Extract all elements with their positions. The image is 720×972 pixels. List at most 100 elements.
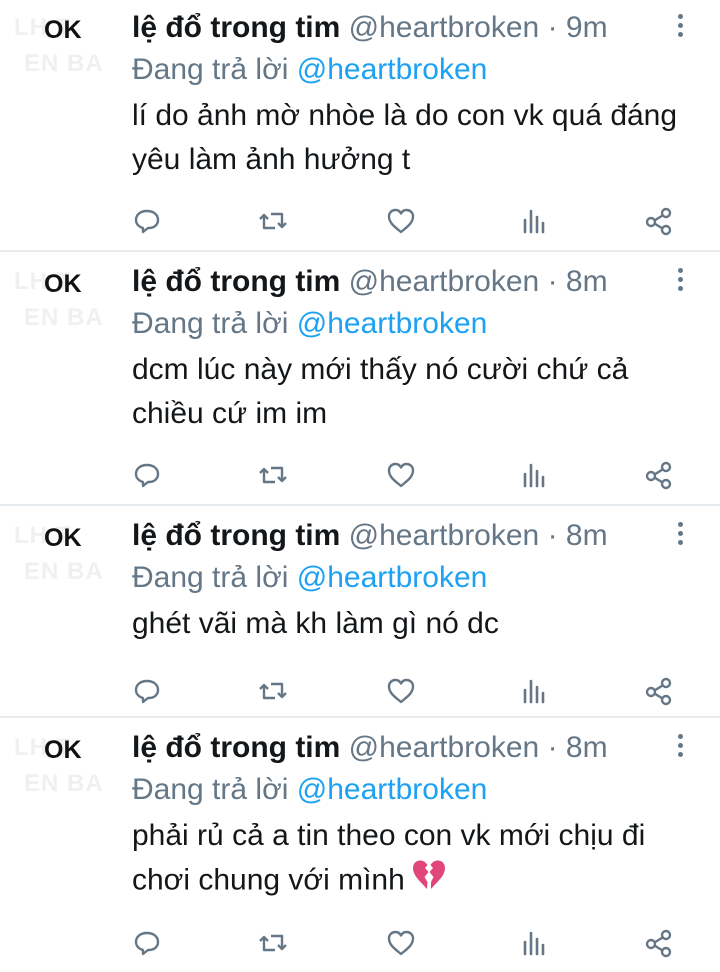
tweet-header: lệ đổ trong tim @heartbroken · 8m — [132, 516, 702, 556]
reply-button[interactable] — [132, 676, 162, 706]
tweet-header: lệ đổ trong tim @heartbroken · 8m — [132, 262, 702, 302]
like-button[interactable] — [386, 460, 416, 490]
retweet-button[interactable] — [258, 928, 288, 958]
share-button[interactable] — [644, 928, 674, 958]
tweet[interactable]: LH T EN BA OK lệ đổ trong tim @heartbroken … — [0, 254, 720, 504]
avatar-label: OK — [44, 16, 82, 44]
tweet[interactable]: LH T EN BA OK lệ đổ trong tim @heartbroken … — [0, 0, 720, 250]
more-options-icon[interactable] — [672, 12, 688, 42]
tweet-actions — [132, 928, 692, 958]
like-icon — [386, 206, 416, 236]
tweet-body: dcm lúc này mới thấy nó cười chứ cả chiề… — [132, 353, 629, 430]
retweet-icon — [258, 206, 288, 236]
reply-icon — [132, 206, 162, 236]
retweet-button[interactable] — [258, 206, 288, 236]
share-button[interactable] — [644, 460, 674, 490]
reply-prefix: Đang trả lời — [132, 773, 289, 806]
reply-icon — [132, 928, 162, 958]
share-icon — [644, 460, 674, 490]
tweet-text: phải rủ cả a tin theo con vk mới chịu đi… — [132, 814, 692, 905]
display-name[interactable]: lệ đổ trong tim — [132, 519, 340, 552]
user-handle[interactable]: @heartbroken — [349, 11, 540, 44]
user-handle[interactable]: @heartbroken — [349, 265, 540, 298]
like-icon — [386, 460, 416, 490]
display-name[interactable]: lệ đổ trong tim — [132, 731, 340, 764]
reply-button[interactable] — [132, 460, 162, 490]
reply-feed: LH T EN BA OK lệ đổ trong tim @heartbroken … — [0, 0, 720, 972]
share-icon — [644, 676, 674, 706]
reply-prefix: Đang trả lời — [132, 53, 289, 86]
like-button[interactable] — [386, 928, 416, 958]
avatar-background-text: EN BA — [24, 770, 104, 797]
analytics-button[interactable] — [518, 460, 548, 490]
reply-prefix: Đang trả lời — [132, 307, 289, 340]
tweet-divider — [0, 504, 720, 506]
timestamp[interactable]: 9m — [566, 11, 608, 44]
reply-mention-link[interactable]: @heartbroken — [297, 561, 488, 594]
avatar-background-text: EN BA — [24, 50, 104, 77]
analytics-icon — [518, 928, 548, 958]
analytics-button[interactable] — [518, 206, 548, 236]
more-options-icon[interactable] — [672, 266, 688, 296]
avatar-label: OK — [44, 736, 82, 764]
avatar-label: OK — [44, 270, 82, 298]
retweet-icon — [258, 676, 288, 706]
separator: · — [547, 519, 558, 552]
avatar[interactable]: LH T EN BA OK — [14, 264, 122, 348]
avatar[interactable]: LH T EN BA OK — [14, 730, 122, 814]
replying-to: Đang trả lời @heartbroken — [132, 770, 487, 810]
analytics-button[interactable] — [518, 676, 548, 706]
retweet-button[interactable] — [258, 676, 288, 706]
retweet-button[interactable] — [258, 460, 288, 490]
avatar-label: OK — [44, 524, 82, 552]
reply-prefix: Đang trả lời — [132, 561, 289, 594]
analytics-icon — [518, 460, 548, 490]
separator: · — [547, 265, 558, 298]
reply-icon — [132, 460, 162, 490]
replying-to: Đang trả lời @heartbroken — [132, 304, 487, 344]
display-name[interactable]: lệ đổ trong tim — [132, 11, 340, 44]
like-button[interactable] — [386, 206, 416, 236]
analytics-icon — [518, 206, 548, 236]
tweet-body: phải rủ cả a tin theo con vk mới chịu đi… — [132, 819, 646, 897]
analytics-button[interactable] — [518, 928, 548, 958]
reply-mention-link[interactable]: @heartbroken — [297, 53, 488, 86]
reply-button[interactable] — [132, 928, 162, 958]
share-icon — [644, 928, 674, 958]
like-icon — [386, 676, 416, 706]
avatar-background-text: EN BA — [24, 304, 104, 331]
share-icon — [644, 206, 674, 236]
avatar[interactable]: LH T EN BA OK — [14, 518, 122, 602]
tweet-body: ghét vãi mà kh làm gì nó dc — [132, 607, 499, 640]
display-name[interactable]: lệ đổ trong tim — [132, 265, 340, 298]
reply-mention-link[interactable]: @heartbroken — [297, 773, 488, 806]
user-handle[interactable]: @heartbroken — [349, 519, 540, 552]
avatar-background-text: EN BA — [24, 558, 104, 585]
share-button[interactable] — [644, 676, 674, 706]
timestamp[interactable]: 8m — [566, 731, 608, 764]
tweet-actions — [132, 206, 692, 236]
tweet-body: lí do ảnh mờ nhòe là do con vk quá đáng … — [132, 99, 678, 176]
more-options-icon[interactable] — [672, 520, 688, 550]
tweet-divider — [0, 250, 720, 252]
tweet-actions — [132, 676, 692, 706]
tweet-actions — [132, 460, 692, 490]
reply-icon — [132, 676, 162, 706]
reply-button[interactable] — [132, 206, 162, 236]
reply-mention-link[interactable]: @heartbroken — [297, 307, 488, 340]
replying-to: Đang trả lời @heartbroken — [132, 558, 487, 598]
tweet-divider — [0, 716, 720, 718]
tweet[interactable]: LH T EN BA OK lệ đổ trong tim @heartbroken … — [0, 720, 720, 972]
more-options-icon[interactable] — [672, 732, 688, 762]
separator: · — [547, 11, 558, 44]
timestamp[interactable]: 8m — [566, 519, 608, 552]
like-button[interactable] — [386, 676, 416, 706]
timestamp[interactable]: 8m — [566, 265, 608, 298]
like-icon — [386, 928, 416, 958]
share-button[interactable] — [644, 206, 674, 236]
tweet[interactable]: LH T EN BA OK lệ đổ trong tim @heartbroken … — [0, 508, 720, 718]
retweet-icon — [258, 460, 288, 490]
tweet-text: ghét vãi mà kh làm gì nó dc — [132, 602, 692, 646]
avatar[interactable]: LH T EN BA OK — [14, 10, 122, 94]
user-handle[interactable]: @heartbroken — [349, 731, 540, 764]
